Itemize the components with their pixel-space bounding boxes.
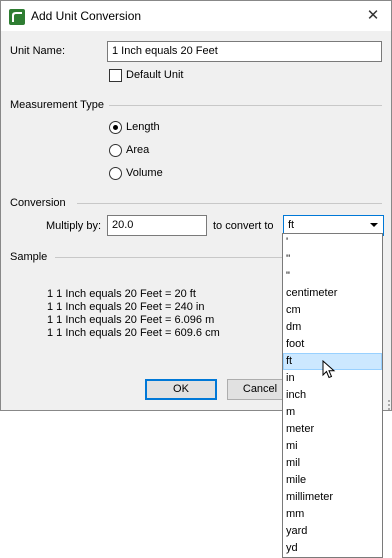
sample-line: 1 1 Inch equals 20 Feet = 20 ft <box>47 288 196 300</box>
dropdown-option[interactable]: inch <box>283 387 382 404</box>
dropdown-option[interactable]: " <box>283 268 382 285</box>
radio-length-label: Length <box>126 121 160 133</box>
unit-dropdown-list[interactable]: ' '' " centimeter cm dm foot ft in inch m meter mi mi… <box>282 233 383 558</box>
app-logo-icon <box>9 9 25 25</box>
dropdown-option[interactable]: m <box>283 404 382 421</box>
measurement-type-heading: Measurement Type <box>10 99 104 111</box>
dropdown-option[interactable]: millimeter <box>283 489 382 506</box>
dropdown-option[interactable]: mi <box>283 438 382 455</box>
convert-to-label: to convert to <box>213 220 274 232</box>
dropdown-option[interactable]: yd <box>283 540 382 557</box>
close-icon[interactable]: ✕ <box>361 5 385 27</box>
mouse-cursor-icon <box>322 360 336 379</box>
ok-button[interactable]: OK <box>145 379 217 400</box>
sample-line: 1 1 Inch equals 20 Feet = 240 in <box>47 301 205 313</box>
dropdown-option[interactable]: mil <box>283 455 382 472</box>
unit-name-value: 1 Inch equals 20 Feet <box>112 45 218 57</box>
unit-name-input[interactable]: 1 Inch equals 20 Feet <box>107 41 382 62</box>
multiply-by-label: Multiply by: <box>46 220 102 232</box>
multiply-by-input[interactable]: 20.0 <box>107 215 207 236</box>
sample-line: 1 1 Inch equals 20 Feet = 609.6 cm <box>47 327 220 339</box>
radio-volume[interactable] <box>109 167 122 180</box>
conversion-divider <box>77 203 382 204</box>
sample-line: 1 1 Inch equals 20 Feet = 6.096 m <box>47 314 215 326</box>
measurement-type-divider <box>109 105 382 106</box>
dropdown-option[interactable]: mm <box>283 506 382 523</box>
radio-volume-label: Volume <box>126 167 163 179</box>
dropdown-option[interactable]: centimeter <box>283 285 382 302</box>
dropdown-option[interactable]: foot <box>283 336 382 353</box>
radio-length[interactable] <box>109 121 122 134</box>
conversion-heading: Conversion <box>10 197 66 209</box>
sample-divider <box>55 257 282 258</box>
convert-to-selected-value: ft <box>288 219 295 231</box>
dropdown-option[interactable]: ' <box>283 234 382 251</box>
window-title: Add Unit Conversion <box>31 9 142 23</box>
dropdown-option[interactable]: yard <box>283 523 382 540</box>
radio-area-label: Area <box>126 144 150 156</box>
dropdown-option[interactable]: cm <box>283 302 382 319</box>
multiply-by-value: 20.0 <box>112 219 134 231</box>
title-bar: Add Unit Conversion ✕ <box>1 1 391 31</box>
unit-name-label: Unit Name: <box>10 45 66 57</box>
sample-heading: Sample <box>10 251 48 263</box>
default-unit-label: Default Unit <box>126 69 184 81</box>
resize-grip-icon[interactable] <box>387 400 390 410</box>
dropdown-option[interactable]: dm <box>283 319 382 336</box>
dropdown-option[interactable]: meter <box>283 421 382 438</box>
dropdown-option[interactable]: mile <box>283 472 382 489</box>
chevron-down-icon <box>370 223 378 227</box>
default-unit-checkbox[interactable] <box>109 69 122 82</box>
radio-area[interactable] <box>109 144 122 157</box>
radio-selected-dot <box>113 125 118 130</box>
dropdown-option[interactable]: '' <box>283 251 382 268</box>
